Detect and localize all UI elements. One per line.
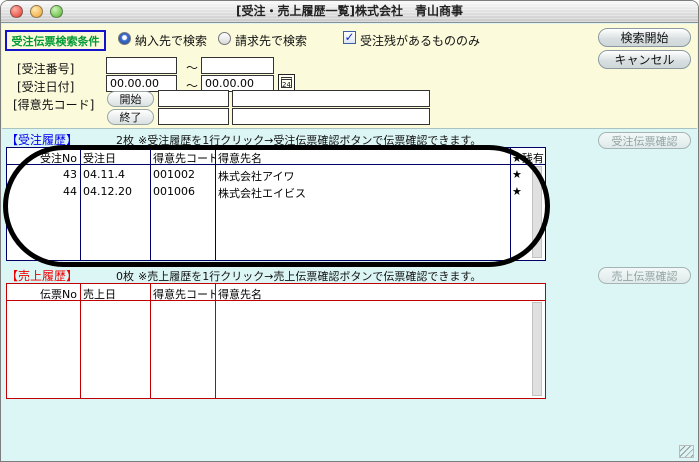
sales-history-section-label: 【売上履歴】: [6, 267, 78, 284]
table-cell: 株式会社アイワ: [215, 166, 510, 183]
table-cell: 04.11.4: [80, 166, 150, 183]
order-slip-confirm-button[interactable]: 受注伝票確認: [598, 132, 691, 149]
customer-name-end-input[interactable]: [232, 108, 430, 125]
customer-code-end-button[interactable]: 終了: [107, 109, 154, 125]
sales-history-note: ※売上履歴を1行クリック→売上伝票確認ボタンで伝票確認できます。: [138, 268, 481, 284]
table-cell: 001006: [150, 183, 215, 200]
checkbox-backorder-only-label[interactable]: 受注残があるもののみ: [360, 32, 480, 49]
order-table-scrollbar[interactable]: [532, 166, 542, 258]
column-header[interactable]: ★残有: [510, 148, 546, 164]
customer-code-end-input[interactable]: [158, 108, 229, 125]
column-header[interactable]: 得意先コード: [150, 148, 215, 164]
table-cell: 株式会社エイビス: [215, 183, 510, 200]
column-header[interactable]: 伝票No: [7, 284, 80, 300]
sales-table-body: [7, 302, 545, 398]
order-no-to-input[interactable]: [201, 57, 274, 74]
column-header[interactable]: 受注日: [80, 148, 150, 164]
customer-code-start-input[interactable]: [158, 90, 229, 107]
column-header[interactable]: 得意先名: [215, 148, 510, 164]
order-no-label: [受注番号]: [17, 60, 74, 77]
search-condition-label: 受注伝票検索条件: [5, 30, 106, 51]
tilde-separator: 〜: [186, 59, 198, 76]
order-history-count: 2枚: [104, 132, 134, 148]
table-cell: 44: [7, 183, 80, 200]
radio-search-by-billing[interactable]: [218, 32, 231, 45]
radio-search-by-billing-label[interactable]: 請求先で検索: [235, 32, 307, 49]
order-history-table: 受注No受注日得意先コード得意先名★残有 4304.11.4001002株式会社…: [6, 147, 546, 261]
checkbox-backorder-only[interactable]: ✓: [343, 31, 356, 44]
order-date-label: [受注日付]: [17, 78, 74, 95]
order-table-header: 受注No受注日得意先コード得意先名★残有: [7, 148, 545, 165]
sales-history-table: 伝票No売上日得意先コード得意先名: [6, 283, 546, 399]
zoom-button-icon[interactable]: [50, 5, 63, 18]
window-title: [受注・売上履歴一覧]株式会社 青山商事: [1, 1, 698, 22]
search-start-button[interactable]: 検索開始: [598, 28, 691, 47]
radio-search-by-delivery[interactable]: [118, 32, 131, 45]
order-history-section-label: 【受注履歴】: [6, 131, 78, 148]
column-header[interactable]: 得意先名: [215, 284, 545, 300]
order-table-body: 4304.11.4001002株式会社アイワ★4404.12.20001006株…: [7, 166, 545, 260]
order-history-note: ※受注履歴を1行クリック→受注伝票確認ボタンで伝票確認できます。: [138, 132, 481, 148]
customer-code-start-button[interactable]: 開始: [107, 91, 154, 107]
column-header[interactable]: 得意先コード: [150, 284, 215, 300]
minimize-button-icon[interactable]: [30, 5, 43, 18]
table-row[interactable]: 4304.11.4001002株式会社アイワ★: [7, 166, 545, 183]
table-cell: 43: [7, 166, 80, 183]
column-header[interactable]: 受注No: [7, 148, 80, 164]
customer-code-label: [得意先コード]: [13, 96, 94, 113]
cancel-button[interactable]: キャンセル: [598, 50, 691, 69]
calendar-icon[interactable]: 24: [278, 74, 295, 91]
table-row[interactable]: 4404.12.20001006株式会社エイビス★: [7, 183, 545, 200]
sales-table-header: 伝票No売上日得意先コード得意先名: [7, 284, 545, 301]
title-bar[interactable]: [受注・売上履歴一覧]株式会社 青山商事: [1, 1, 698, 23]
sales-slip-confirm-button[interactable]: 売上伝票確認: [598, 267, 691, 284]
table-cell: 001002: [150, 166, 215, 183]
close-button-icon[interactable]: [10, 5, 23, 18]
window-resize-grip-icon[interactable]: [679, 445, 694, 458]
table-cell: 04.12.20: [80, 183, 150, 200]
order-no-from-input[interactable]: [106, 57, 177, 74]
radio-search-by-delivery-label[interactable]: 納入先で検索: [135, 32, 207, 49]
sales-history-count: 0枚: [104, 268, 134, 284]
sales-table-scrollbar[interactable]: [532, 302, 542, 396]
app-window: [受注・売上履歴一覧]株式会社 青山商事 受注伝票検索条件 納入先で検索 請求先…: [0, 0, 699, 462]
column-header[interactable]: 売上日: [80, 284, 150, 300]
customer-name-start-input[interactable]: [232, 90, 430, 107]
